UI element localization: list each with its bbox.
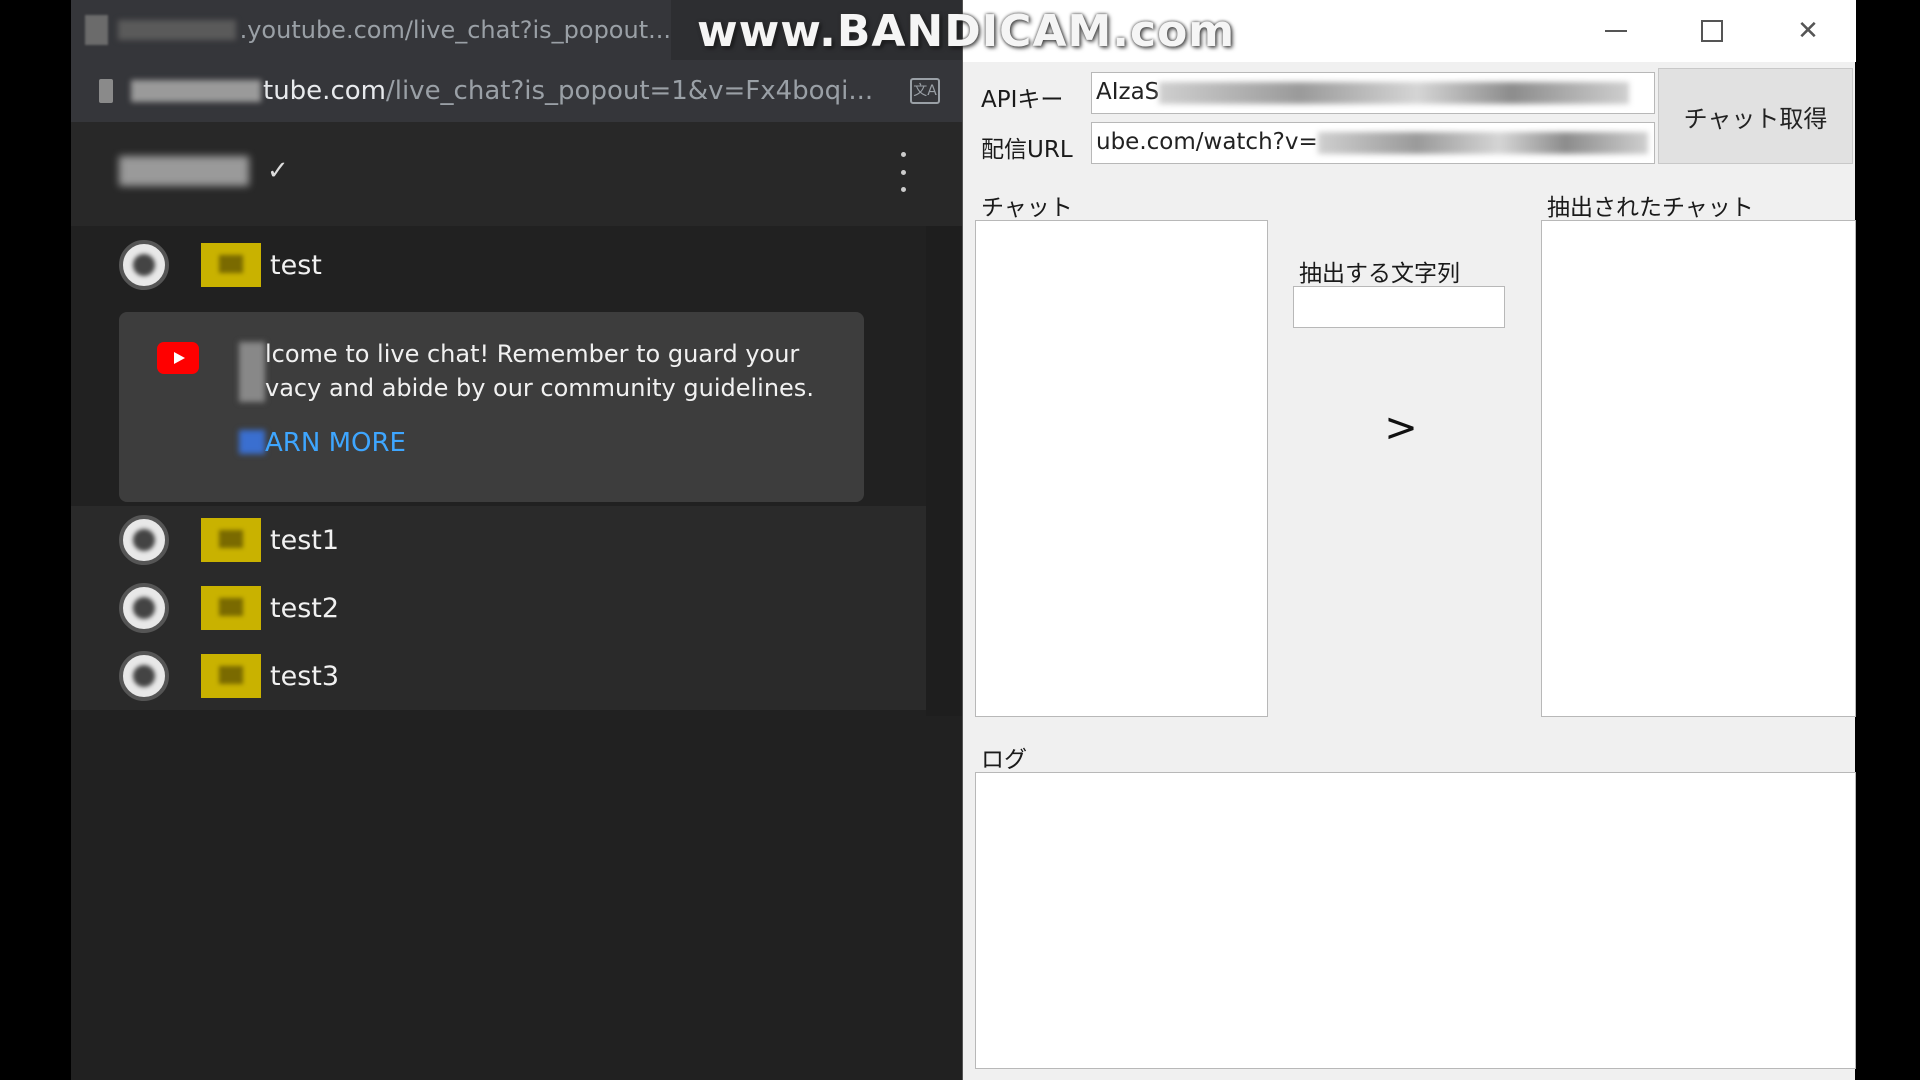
avatar[interactable] [119, 583, 169, 633]
minimize-button[interactable] [1568, 0, 1664, 62]
tab-title-redacted [118, 20, 236, 40]
more-options-icon[interactable] [898, 152, 908, 192]
page-info-icon[interactable] [99, 79, 113, 103]
chat-scrollbar[interactable] [926, 226, 962, 716]
api-key-label: APIキー [981, 87, 1064, 113]
extract-button[interactable]: > [1371, 398, 1431, 458]
stream-url-label: 配信URL [981, 137, 1073, 163]
welcome-text-line-1: lcome to live chat! Remember to guard yo… [265, 340, 800, 368]
address-bar[interactable]: tube.com/live_chat?is_popout=1&v=Fx4boqi… [71, 60, 962, 122]
welcome-banner: lcome to live chat! Remember to guard yo… [119, 312, 864, 502]
author-name-badge [201, 586, 261, 630]
chat-header: ✓ [71, 122, 962, 226]
chevron-down-icon[interactable]: ✓ [267, 156, 289, 186]
fetch-chat-button[interactable]: チャット取得 [1658, 68, 1853, 164]
recorder-watermark: www.BANDICAM.com [697, 6, 1236, 57]
extract-string-label: 抽出する文字列 [1299, 261, 1460, 287]
avatar[interactable] [119, 515, 169, 565]
stream-url-field[interactable]: ube.com/watch?v= [1091, 122, 1655, 164]
app-window: ✕ APIキー AIzaS 配信URL ube.com/watch?v= チャッ… [962, 0, 1856, 1080]
log-box[interactable] [975, 772, 1856, 1069]
chat-mode-title-redacted [119, 156, 249, 186]
author-name-badge [201, 518, 261, 562]
maximize-button[interactable] [1664, 0, 1760, 62]
learn-more-link[interactable]: ARN MORE [265, 428, 406, 458]
welcome-text-line-2: vacy and abide by our community guidelin… [265, 374, 814, 402]
author-name-badge [201, 243, 261, 287]
log-label: ログ [981, 747, 1027, 773]
avatar[interactable] [119, 651, 169, 701]
close-button[interactable]: ✕ [1760, 0, 1856, 62]
chat-message: test1 [71, 506, 926, 574]
author-name-badge [201, 654, 261, 698]
api-key-field[interactable]: AIzaS [1091, 72, 1655, 114]
extracted-chat-label: 抽出されたチャット [1547, 195, 1754, 221]
youtube-logo-icon [157, 342, 199, 374]
chat-message: test2 [71, 574, 926, 642]
chat-message-text: test3 [270, 660, 340, 692]
browser-tab[interactable]: .youtube.com/live_chat?is_popout... [71, 0, 671, 60]
chat-list[interactable] [975, 220, 1268, 717]
chat-message-text: test [270, 249, 322, 281]
address-path: /live_chat?is_popout=1&v=Fx4boqi... [385, 76, 874, 106]
close-icon: ✕ [1797, 16, 1819, 46]
chat-message-text: test1 [270, 524, 340, 556]
browser-window: .youtube.com/live_chat?is_popout... tube… [71, 0, 962, 1080]
chat-list-label: チャット [981, 195, 1073, 221]
address-host-redacted [131, 80, 261, 102]
chat-message: test3 [71, 642, 926, 710]
chat-message: test [71, 231, 926, 299]
translate-icon[interactable]: 文A [910, 78, 940, 104]
maximize-icon [1701, 20, 1723, 42]
chat-message-text: test2 [270, 592, 340, 624]
extracted-chat-list[interactable] [1541, 220, 1856, 717]
minimize-icon [1605, 30, 1627, 32]
screen: .youtube.com/live_chat?is_popout... tube… [0, 0, 1920, 1080]
avatar[interactable] [119, 240, 169, 290]
extract-string-field[interactable] [1293, 286, 1505, 328]
tab-favicon-icon [85, 15, 109, 45]
learn-more-redacted [239, 430, 265, 454]
tab-title: .youtube.com/live_chat?is_popout... [239, 16, 671, 44]
welcome-text-redacted [239, 342, 265, 402]
address-host: tube.com [263, 76, 386, 106]
